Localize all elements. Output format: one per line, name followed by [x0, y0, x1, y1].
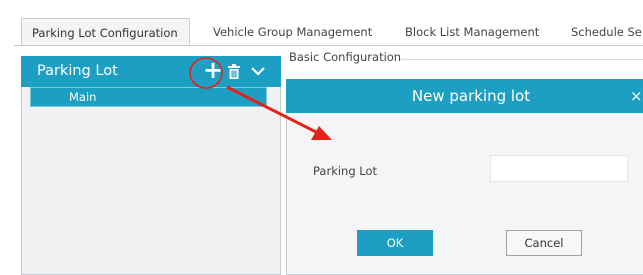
parking-lot-panel-header: Parking Lot + [21, 56, 281, 87]
close-icon[interactable]: × [630, 79, 643, 113]
parking-lot-name-input[interactable] [490, 155, 628, 182]
cancel-button[interactable]: Cancel [506, 230, 582, 256]
add-icon[interactable]: + [203, 58, 223, 82]
basic-configuration-label: Basic Configuration [289, 50, 402, 64]
trash-icon[interactable] [224, 61, 244, 81]
dialog-title: New parking lot [411, 87, 531, 105]
ok-button[interactable]: OK [357, 230, 433, 256]
tree-item-label: Main [69, 90, 97, 104]
tab-schedule-settings[interactable]: Schedule Se [571, 18, 642, 46]
basic-configuration-divider [401, 59, 643, 60]
tab-block-list-management[interactable]: Block List Management [405, 18, 539, 46]
chevron-down-icon[interactable] [248, 61, 268, 81]
tab-bar-divider [14, 45, 643, 46]
tab-bar: Parking Lot Configuration Vehicle Group … [0, 0, 643, 46]
tab-parking-lot-configuration[interactable]: Parking Lot Configuration [21, 18, 190, 46]
tree-item-main[interactable]: Main [30, 87, 267, 107]
tab-vehicle-group-management[interactable]: Vehicle Group Management [213, 18, 372, 46]
panel-title: Parking Lot [37, 63, 118, 79]
dialog-header: New parking lot × [286, 79, 643, 113]
parking-lot-field-label: Parking Lot [313, 164, 378, 178]
